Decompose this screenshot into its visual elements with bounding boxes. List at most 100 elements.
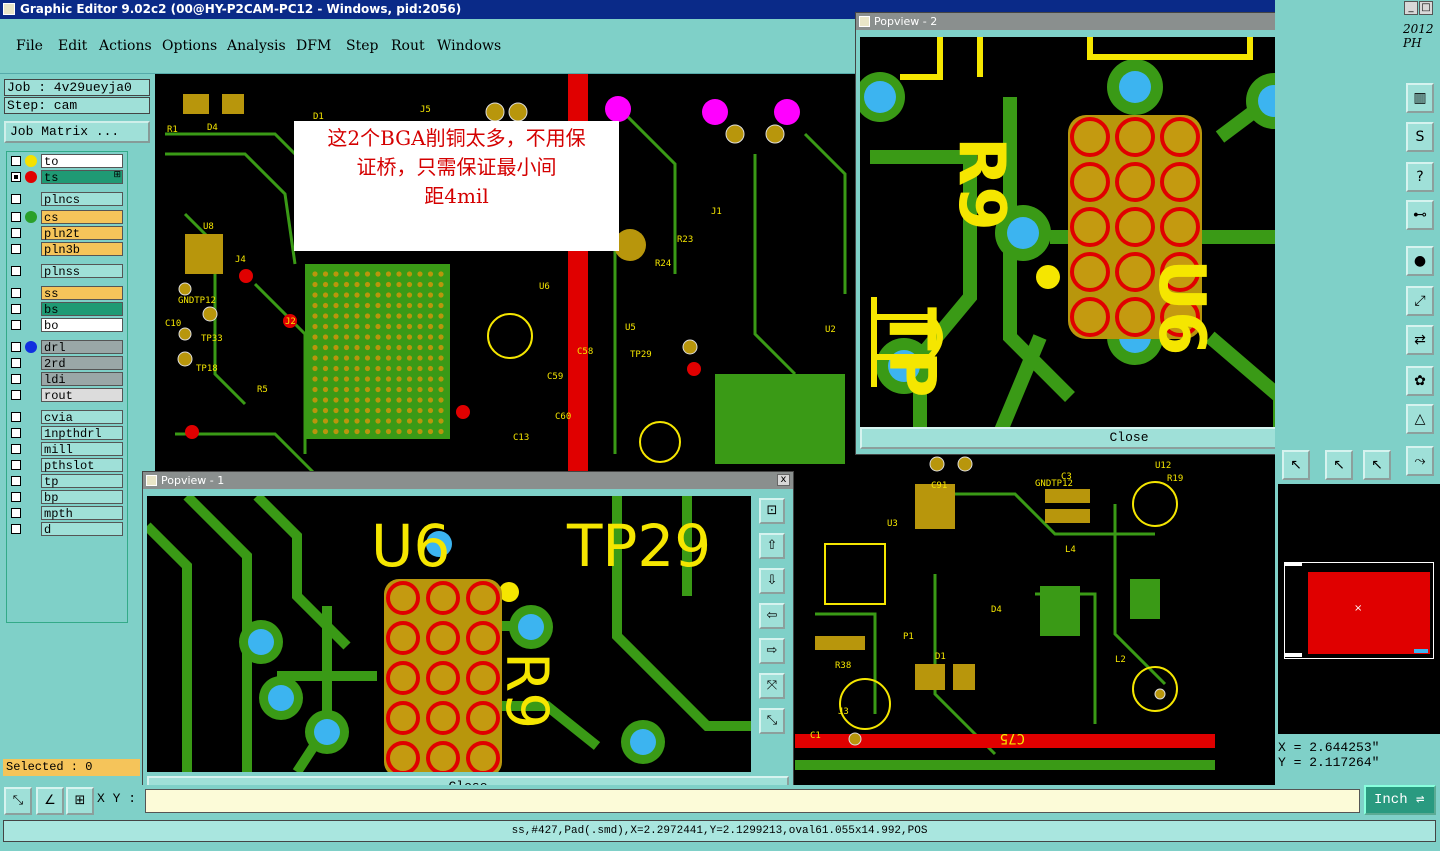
popview-1-titlebar[interactable]: Popview - 1 x [143, 472, 793, 489]
zoom-area-icon[interactable]: ⤡ [4, 787, 32, 815]
layer-color-dot[interactable] [25, 171, 37, 183]
layer-checkbox[interactable] [11, 412, 21, 422]
select-poly-icon[interactable]: ↖ [1363, 450, 1391, 480]
select-area-icon[interactable]: ↖ [1325, 450, 1353, 480]
pan-up-icon[interactable]: ⇧ [759, 533, 785, 559]
menu-rout[interactable]: Rout [391, 38, 425, 54]
menu-options[interactable]: Options [162, 38, 217, 54]
layer-checkbox[interactable] [11, 390, 21, 400]
layer-checkbox[interactable] [11, 428, 21, 438]
layer-row-cs[interactable]: cs [9, 210, 127, 225]
layer-name[interactable]: cs [41, 210, 123, 225]
layer-row-mill[interactable]: mill [9, 442, 127, 457]
layer-row-plnss[interactable]: plnss [9, 264, 127, 279]
layer-row-ts[interactable]: ts ⊞ [9, 170, 127, 185]
layer-name[interactable]: tp [41, 474, 123, 489]
job-matrix-button[interactable]: Job Matrix ... [4, 121, 150, 143]
layer-row-cvia[interactable]: cvia [9, 410, 127, 425]
layer-row-to[interactable]: to [9, 154, 127, 169]
layer-row-pln3b[interactable]: pln3b [9, 242, 127, 257]
select-icon[interactable]: ↖ [1282, 450, 1310, 480]
layer-name[interactable]: rout [41, 388, 123, 403]
layout-icon[interactable]: ▥ [1406, 83, 1434, 113]
layer-name[interactable]: d [41, 522, 123, 537]
menu-file[interactable]: File [16, 38, 43, 54]
layer-name[interactable]: mpth [41, 506, 123, 521]
zoom-out-icon[interactable]: ⤡ [759, 708, 785, 734]
layer-row-bo[interactable]: bo [9, 318, 127, 333]
menu-edit[interactable]: Edit [58, 38, 87, 54]
layer-checkbox[interactable] [11, 374, 21, 384]
pan-down-icon[interactable]: ⇩ [759, 568, 785, 594]
layer-checkbox[interactable] [11, 492, 21, 502]
layer-checkbox[interactable] [11, 172, 21, 182]
menu-analysis[interactable]: Analysis [227, 38, 286, 54]
zoom-fit-icon[interactable]: ⊡ [759, 498, 785, 524]
layer-name[interactable]: ldi [41, 372, 123, 387]
layer-name[interactable]: bs [41, 302, 123, 317]
layer-row-2rd[interactable]: 2rd [9, 356, 127, 371]
layer-checkbox[interactable] [11, 304, 21, 314]
menu-windows[interactable]: Windows [437, 38, 501, 54]
minimize-button[interactable]: _ [1404, 1, 1418, 15]
menu-step[interactable]: Step [346, 38, 378, 54]
layer-row-1npthdrl[interactable]: 1npthdrl [9, 426, 127, 441]
layer-checkbox[interactable] [11, 476, 21, 486]
layer-checkbox[interactable] [11, 460, 21, 470]
maximize-button[interactable]: □ [1419, 1, 1433, 15]
layer-name[interactable]: 2rd [41, 356, 123, 371]
layer-checkbox[interactable] [11, 288, 21, 298]
layer-row-drl[interactable]: drl [9, 340, 127, 355]
layer-expand-icon[interactable]: ⊞ [113, 170, 121, 180]
layer-row-plncs[interactable]: plncs [9, 192, 127, 207]
pan-left-icon[interactable]: ⇦ [759, 603, 785, 629]
layer-name[interactable]: pln2t [41, 226, 123, 241]
layer-row-bp[interactable]: bp [9, 490, 127, 505]
layer-checkbox[interactable] [11, 444, 21, 454]
flip-icon[interactable]: ⇄ [1406, 325, 1434, 355]
layer-name[interactable]: plncs [41, 192, 123, 207]
layer-row-rout[interactable]: rout [9, 388, 127, 403]
layer-name[interactable]: pthslot [41, 458, 123, 473]
layer-row-d[interactable]: d [9, 522, 127, 537]
layer-checkbox[interactable] [11, 212, 21, 222]
layer-row-pthslot[interactable]: pthslot [9, 458, 127, 473]
pad-icon[interactable]: ● [1406, 246, 1434, 276]
layer-name[interactable]: ss [41, 286, 123, 301]
popview-1-view[interactable]: U6 TP29 R9 [147, 496, 751, 772]
popview-1-close-icon[interactable]: x [777, 474, 790, 486]
layer-row-ldi[interactable]: ldi [9, 372, 127, 387]
layer-name[interactable]: ts [41, 170, 123, 185]
layer-row-ss[interactable]: ss [9, 286, 127, 301]
layer-name[interactable]: to [41, 154, 123, 169]
layer-name[interactable]: bp [41, 490, 123, 505]
layer-checkbox[interactable] [11, 228, 21, 238]
menu-dfm[interactable]: DFM [296, 38, 331, 54]
layer-row-mpth[interactable]: mpth [9, 506, 127, 521]
grid-icon[interactable]: ⊞ [66, 787, 94, 815]
layer-checkbox[interactable] [11, 320, 21, 330]
layer-name[interactable]: plnss [41, 264, 123, 279]
zoom-in-icon[interactable]: ⤧ [759, 673, 785, 699]
layer-name[interactable]: 1npthdrl [41, 426, 123, 441]
route-icon[interactable]: S [1406, 122, 1434, 152]
layer-name[interactable]: drl [41, 340, 123, 355]
components-icon[interactable]: ✿ [1406, 366, 1434, 396]
layer-row-tp[interactable]: tp [9, 474, 127, 489]
layer-row-bs[interactable]: bs [9, 302, 127, 317]
layer-row-pln2t[interactable]: pln2t [9, 226, 127, 241]
layer-checkbox[interactable] [11, 342, 21, 352]
step-name-field[interactable]: Step: cam [4, 97, 150, 114]
layer-checkbox[interactable] [11, 266, 21, 276]
connect-icon[interactable]: ⤢ [1406, 286, 1434, 316]
layer-name[interactable]: pln3b [41, 242, 123, 257]
measure-angle-icon[interactable]: ∠ [36, 787, 64, 815]
units-button[interactable]: Inch ⇌ [1364, 785, 1436, 815]
layer-checkbox[interactable] [11, 524, 21, 534]
measure-icon[interactable]: ⊷ [1406, 200, 1434, 230]
layer-checkbox[interactable] [11, 156, 21, 166]
layer-name[interactable]: bo [41, 318, 123, 333]
xy-input[interactable] [145, 789, 1360, 813]
job-name-field[interactable]: Job : 4v29ueyja0 [4, 79, 150, 96]
layer-name[interactable]: mill [41, 442, 123, 457]
